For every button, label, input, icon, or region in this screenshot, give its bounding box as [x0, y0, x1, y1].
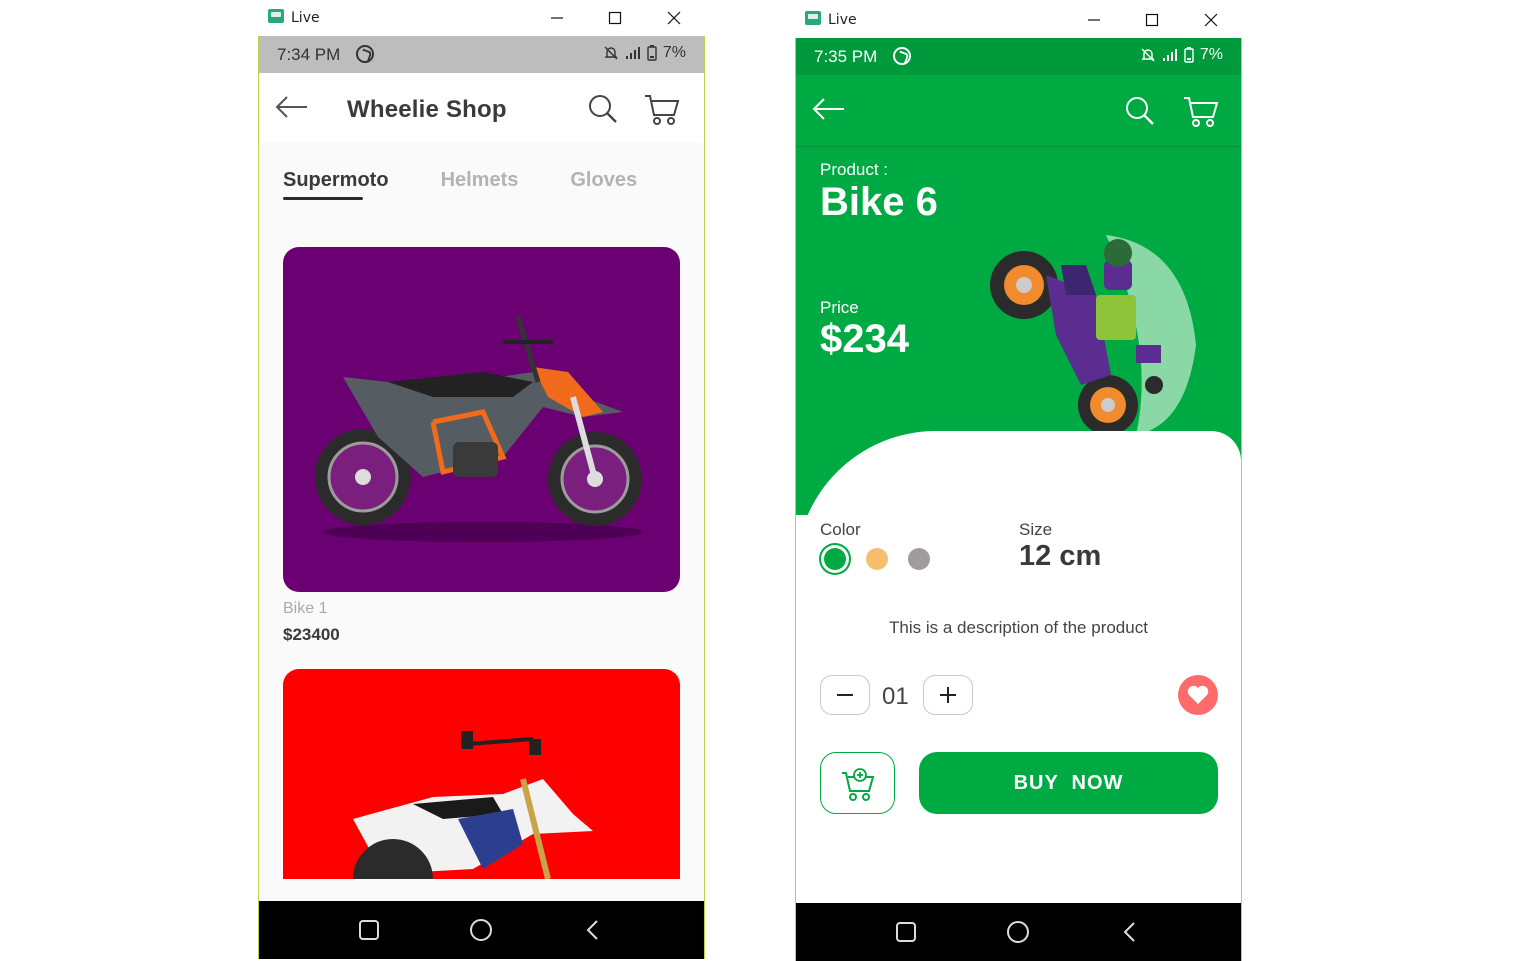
window-title: Live [828, 12, 857, 28]
color-label: Color [820, 520, 861, 539]
lego-wheelie-bike-image [990, 235, 1196, 435]
quantity-increase-button[interactable] [923, 675, 973, 715]
close-button[interactable] [1193, 8, 1229, 32]
header-divider [796, 146, 1241, 147]
recents-icon[interactable] [357, 918, 381, 942]
maximize-button[interactable] [1134, 8, 1170, 32]
home-icon[interactable] [1006, 920, 1030, 944]
add-to-cart-button[interactable] [820, 752, 895, 814]
minimize-button[interactable] [1076, 8, 1112, 32]
buy-now-button[interactable]: BUY NOW [919, 752, 1218, 814]
status-time: 7:34 PM [277, 45, 341, 64]
cart-add-icon [841, 768, 874, 801]
product-title: Bike 6 [820, 180, 938, 224]
notifications-off-icon [604, 46, 618, 60]
sync-icon [356, 45, 374, 63]
android-nav-bar [259, 901, 704, 959]
product-label: Product : [820, 160, 889, 179]
app-header: Wheelie Shop [259, 73, 704, 143]
tab-gloves[interactable]: Gloves [570, 169, 637, 192]
signal-icon [1162, 49, 1177, 61]
quantity-decrease-button[interactable] [820, 675, 870, 715]
close-button[interactable] [656, 6, 692, 30]
sync-icon [893, 47, 911, 65]
minus-icon [837, 694, 853, 696]
app-icon [268, 9, 284, 23]
product-card[interactable] [283, 247, 680, 592]
battery-level: 7% [1199, 46, 1223, 63]
tab-supermoto[interactable]: Supermoto [283, 169, 389, 200]
notifications-off-icon [1141, 48, 1155, 62]
color-swatch-gray[interactable] [908, 548, 930, 570]
color-swatch-green[interactable] [824, 548, 846, 570]
battery-icon [1184, 47, 1194, 63]
window-titlebar: Live [795, 0, 1242, 36]
color-swatch-orange[interactable] [866, 548, 888, 570]
android-nav-bar [796, 903, 1241, 961]
app-window-shop: Live 7:34 PM 7% Wheelie Shop Supermoto H… [258, 0, 705, 959]
product-description: This is a description of the product [889, 618, 1148, 637]
cart-icon[interactable] [644, 93, 680, 127]
category-tabs: Supermoto Helmets Gloves [283, 169, 689, 200]
status-bar: 7:35 PM 7% [796, 38, 1241, 75]
status-bar: 7:34 PM 7% [259, 36, 704, 73]
minimize-button[interactable] [539, 6, 575, 30]
quantity-value: 01 [882, 683, 909, 710]
status-time: 7:35 PM [814, 47, 878, 66]
maximize-button[interactable] [597, 6, 633, 30]
back-nav-icon[interactable] [581, 918, 605, 942]
page-title: Wheelie Shop [347, 96, 507, 123]
phone-screen: 7:34 PM 7% Wheelie Shop Supermoto Helmet… [258, 36, 705, 959]
dualsport-bike-image [353, 731, 593, 879]
price-value: $234 [820, 317, 909, 361]
price-label: Price [820, 298, 859, 317]
window-title: Live [291, 10, 320, 26]
battery-icon [647, 45, 657, 61]
back-nav-icon[interactable] [1118, 920, 1142, 944]
battery-level: 7% [662, 44, 686, 61]
app-window-detail: Live 7:35 PM 7% Product : Bike 6 Price $… [795, 0, 1242, 961]
arrow-left-icon[interactable] [812, 97, 846, 121]
plus-icon [940, 687, 956, 703]
favorite-button[interactable] [1178, 675, 1218, 715]
product-name: Bike 1 [283, 600, 328, 617]
shop-content: Supermoto Helmets Gloves Bike 1 $23400 [259, 143, 704, 901]
recents-icon[interactable] [894, 920, 918, 944]
heart-icon [1187, 685, 1209, 704]
cart-icon[interactable] [1183, 95, 1219, 129]
signal-icon [625, 47, 640, 59]
arrow-left-icon[interactable] [275, 95, 309, 119]
search-icon[interactable] [1124, 95, 1156, 127]
supermoto-bike-image [315, 316, 643, 542]
phone-screen: 7:35 PM 7% Product : Bike 6 Price $234 C… [795, 38, 1242, 961]
product-card[interactable] [283, 669, 680, 879]
product-price: $23400 [283, 625, 340, 644]
home-icon[interactable] [469, 918, 493, 942]
window-titlebar: Live [258, 0, 705, 36]
search-icon[interactable] [587, 93, 619, 125]
size-value: 12 cm [1019, 540, 1102, 572]
size-label: Size [1019, 520, 1053, 539]
tab-helmets[interactable]: Helmets [441, 169, 519, 192]
app-icon [805, 11, 821, 25]
